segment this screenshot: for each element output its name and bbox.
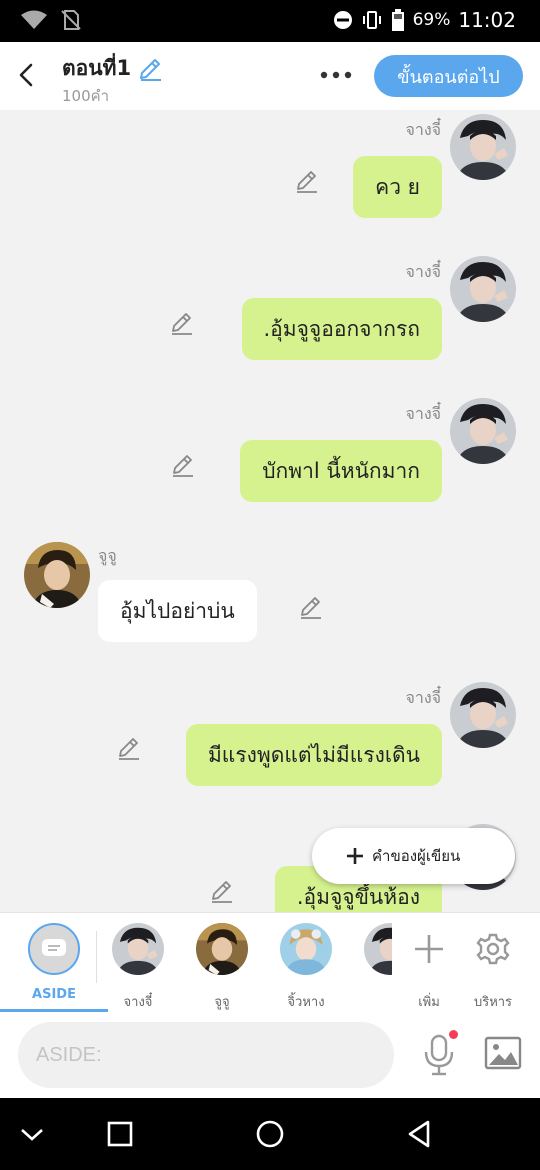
- avatar: [196, 923, 248, 975]
- microphone-button[interactable]: [420, 1030, 460, 1078]
- edit-pencil-icon[interactable]: [116, 735, 142, 761]
- character-jiuhang[interactable]: จิ้วหาง: [271, 923, 341, 1012]
- system-nav-bar: [0, 1098, 540, 1170]
- edit-pencil-icon[interactable]: [169, 310, 195, 336]
- chat-message: จูจู อุ้มไปอย่าบ่น: [0, 538, 540, 678]
- character-janji[interactable]: จางจี๋: [103, 923, 173, 1012]
- sender-name: จางจี๋: [405, 120, 441, 139]
- character-partial[interactable]: [352, 923, 392, 979]
- do-not-disturb-icon: [333, 11, 352, 29]
- avatar[interactable]: [450, 398, 516, 464]
- home-icon[interactable]: [254, 1118, 286, 1150]
- image-icon[interactable]: [484, 1036, 522, 1070]
- message-bubble[interactable]: อุ้มไปอย่าบ่น: [98, 580, 257, 642]
- plus-icon: [347, 848, 363, 864]
- avatar[interactable]: [450, 256, 516, 322]
- episode-title[interactable]: ตอนที่1: [62, 52, 131, 85]
- divider: [96, 931, 97, 983]
- avatar[interactable]: [24, 542, 90, 608]
- message-bubble[interactable]: คว ย: [353, 156, 442, 218]
- input-bar: [0, 1012, 540, 1098]
- edit-pencil-icon[interactable]: [209, 878, 235, 904]
- battery-icon: [391, 9, 404, 31]
- back-arrow-icon[interactable]: [14, 60, 38, 90]
- add-character-button[interactable]: เพิ่ม: [394, 923, 464, 1012]
- sender-name: จูจู: [98, 546, 117, 565]
- message-bubble[interactable]: มีแรงพูดแต่ไม่มีแรงเดิน: [185, 724, 442, 786]
- edit-pencil-icon[interactable]: [294, 168, 320, 194]
- message-bubble[interactable]: บักพาl นี้หนักมาก: [240, 440, 442, 502]
- character-name: จูจู: [214, 995, 230, 1010]
- next-step-button[interactable]: ขั้นตอนต่อไป: [374, 55, 523, 97]
- message-icon: [42, 939, 66, 956]
- character-name: จางจี๋: [123, 995, 153, 1010]
- avatar[interactable]: [450, 114, 516, 180]
- edit-pencil-icon[interactable]: [298, 594, 324, 620]
- recording-dot: [449, 1030, 458, 1039]
- aside-label: ASIDE: [32, 987, 76, 1002]
- aside-character[interactable]: ASIDE: [19, 923, 89, 1002]
- message-bubble[interactable]: .อุ้มจูจูออกจากรถ: [241, 298, 442, 360]
- chat-area[interactable]: จางจี๋ คว ย จางจี๋ .อุ้มจูจูออกจากรถ จาง…: [0, 110, 540, 912]
- sender-name: จางจี๋: [405, 688, 441, 707]
- edit-title-pencil-icon[interactable]: [137, 56, 163, 82]
- chevron-down-icon[interactable]: [16, 1118, 48, 1150]
- character-name: จิ้วหาง: [287, 995, 325, 1010]
- character-bar: ASIDE จางจี๋ จูจู จิ้วหาง เพิ่ม บริหาร: [0, 912, 540, 1012]
- word-count: 100คำ: [62, 87, 110, 105]
- author-note-button[interactable]: คำของผู้เขียน: [312, 828, 515, 884]
- header: ตอนที่1 100คำ ขั้นตอนต่อไป: [0, 42, 540, 110]
- avatar: [364, 923, 392, 975]
- aside-input[interactable]: [18, 1022, 394, 1088]
- manage-label: บริหาร: [473, 995, 513, 1010]
- sender-name: จางจี๋: [405, 262, 441, 281]
- add-label: เพิ่ม: [418, 995, 440, 1010]
- plus-icon: [415, 935, 443, 963]
- no-sim-icon: [61, 10, 81, 30]
- recents-icon[interactable]: [104, 1118, 136, 1150]
- edit-pencil-icon[interactable]: [170, 452, 196, 478]
- gear-icon: [476, 933, 510, 965]
- chat-message: จางจี๋ มีแรงพูดแต่ไม่มีแรงเดิน: [0, 678, 540, 818]
- status-bar: 69% 11:02: [0, 0, 540, 42]
- clock: 11:02: [458, 8, 516, 32]
- chat-message: จางจี๋ บักพาl นี้หนักมาก: [0, 394, 540, 534]
- avatar: [280, 923, 332, 975]
- character-juju[interactable]: จูจู: [187, 923, 257, 1012]
- more-options-icon[interactable]: [318, 64, 354, 86]
- back-icon[interactable]: [404, 1118, 436, 1150]
- chat-message: จางจี๋ .อุ้มจูจูออกจากรถ: [0, 252, 540, 392]
- avatar[interactable]: [450, 682, 516, 748]
- vibrate-icon: [362, 11, 381, 29]
- sender-name: จางจี๋: [405, 404, 441, 423]
- aside-avatar: [28, 923, 80, 975]
- wifi-icon: [21, 10, 47, 29]
- author-note-label: คำของผู้เขียน: [372, 847, 461, 865]
- battery-percent: 69%: [412, 10, 451, 30]
- manage-characters-button[interactable]: บริหาร: [458, 923, 528, 1012]
- chat-message: จางจี๋ คว ย: [0, 110, 540, 250]
- avatar: [112, 923, 164, 975]
